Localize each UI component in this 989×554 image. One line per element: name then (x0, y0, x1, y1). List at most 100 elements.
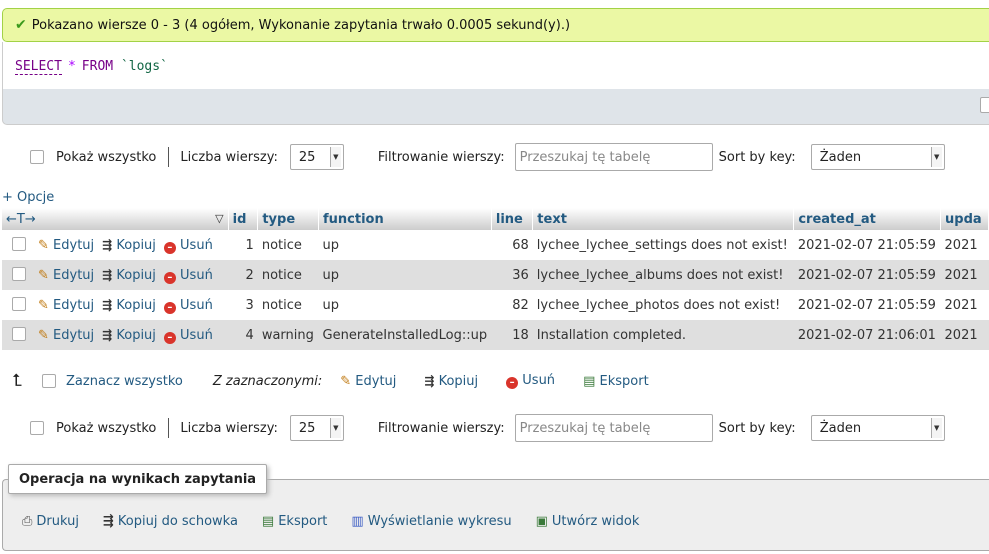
show-all-label[interactable]: Pokaż wszystko (56, 421, 156, 436)
pencil-icon: ✎ (38, 297, 49, 313)
copy-icon: ⇶ (102, 267, 113, 282)
bulk-delete-label: Usuń (522, 373, 556, 388)
column-actions-header: ←T→ ▽ (2, 208, 229, 230)
table-row[interactable]: ✎ Edytuj ⇶ Kopiuj – Usuń 1 notice up 68 lychee_… (2, 230, 989, 260)
column-header-created-at[interactable]: created_at (793, 208, 942, 230)
cell-function: up (318, 260, 492, 290)
row-edit-button[interactable]: ✎ Edytuj (38, 298, 94, 313)
bulk-delete-button[interactable]: – Usuń (506, 373, 555, 389)
display-chart-label: Wyświetlanie wykresu (367, 513, 512, 529)
cell-created-at: 2021-02-07 21:05:59 (793, 260, 941, 290)
table-row[interactable]: ✎ Edytuj ⇶ Kopiuj – Usuń 3 notice up 82 lychee_… (2, 290, 989, 320)
column-header-id[interactable]: id (228, 208, 259, 230)
cell-updated-at: 2021 (940, 230, 989, 260)
row-edit-button[interactable]: ✎ Edytuj (38, 238, 94, 253)
column-header-type[interactable]: type (257, 208, 320, 230)
row-copy-label: Kopiuj (116, 327, 156, 343)
cell-id: 2 (228, 260, 258, 290)
row-copy-label: Kopiuj (116, 267, 156, 283)
create-view-button[interactable]: ▣ Utwórz widok (536, 514, 640, 529)
row-delete-button[interactable]: – Usuń (163, 328, 213, 344)
cell-created-at: 2021-02-07 21:06:01 (793, 320, 941, 350)
cell-type: warning (257, 320, 319, 350)
delete-icon: – (506, 377, 519, 389)
row-checkbox[interactable] (12, 266, 26, 281)
rows-label: Liczba wierszy: (180, 149, 278, 165)
arrow-left-up-icon: ⮤ (12, 371, 23, 391)
row-checkbox[interactable] (12, 296, 26, 311)
print-button[interactable]: ⎙ Drukuj (22, 514, 79, 529)
sort-select[interactable]: Żaden ▼ (810, 415, 945, 441)
sql-keyword-from: FROM (81, 59, 114, 74)
column-header-text[interactable]: text (532, 208, 795, 230)
row-edit-button[interactable]: ✎ Edytuj (38, 328, 94, 343)
sort-select[interactable]: Żaden ▼ (810, 144, 945, 170)
column-header-function[interactable]: function (318, 208, 492, 230)
bulk-actions: ⮤ Zaznacz wszystko Z zaznaczonymi: ✎ Edy… (0, 366, 649, 396)
filter-input[interactable]: Przeszukaj tę tabelę (514, 414, 713, 442)
copy-icon: ⇶ (102, 513, 114, 529)
cell-type: notice (257, 290, 319, 320)
row-checkbox[interactable] (12, 326, 26, 341)
bulk-export-button[interactable]: ▤ Eksport (583, 374, 649, 389)
sort-select-value: Żaden (819, 420, 862, 436)
row-checkbox[interactable] (12, 236, 26, 251)
row-copy-button[interactable]: ⇶ Kopiuj (102, 238, 156, 253)
sql-keyword-select[interactable]: SELECT (15, 59, 62, 75)
row-copy-button[interactable]: ⇶ Kopiuj (102, 298, 156, 313)
cell-text: Installation completed. (532, 320, 794, 350)
display-chart-button[interactable]: ▥ Wyświetlanie wykresu (351, 514, 511, 529)
export-icon: ▤ (261, 513, 275, 529)
column-header-line[interactable]: line (491, 208, 534, 230)
bulk-edit-button[interactable]: ✎ Edytuj (340, 374, 396, 389)
sql-table-name: `logs` (120, 59, 168, 74)
show-all-checkbox[interactable] (30, 150, 44, 164)
table-row[interactable]: ✎ Edytuj ⇶ Kopiuj – Usuń 4 warning GenerateIn… (2, 320, 989, 350)
row-delete-label: Usuń (180, 297, 213, 313)
filter-label: Filtrowanie wierszy: (377, 420, 505, 436)
profiling-checkbox[interactable] (980, 97, 989, 113)
row-edit-button[interactable]: ✎ Edytuj (38, 268, 94, 283)
cell-updated-at: 2021 (940, 290, 989, 320)
export-button[interactable]: ▤ Eksport (262, 514, 327, 529)
chevron-down-icon: ▼ (930, 147, 942, 167)
show-all-label[interactable]: Pokaż wszystko (56, 150, 156, 165)
separator (168, 147, 170, 167)
row-delete-button[interactable]: – Usuń (163, 238, 213, 254)
copy-to-clipboard-button[interactable]: ⇶ Kopiuj do schowka (103, 514, 238, 529)
bulk-copy-button[interactable]: ⇶ Kopiuj (424, 374, 478, 389)
row-edit-label: Edytuj (53, 297, 95, 313)
table-row[interactable]: ✎ Edytuj ⇶ Kopiuj – Usuń 2 notice up 36 lychee_… (2, 260, 989, 290)
bulk-copy-label: Kopiuj (438, 373, 479, 389)
row-copy-label: Kopiuj (116, 297, 156, 313)
table-navigation-top: Pokaż wszystko Liczba wierszy: 25 ▼ Filt… (0, 142, 945, 172)
cell-text: lychee_lychee_photos does not exist! (532, 290, 794, 320)
column-resize-arrows-icon[interactable]: ←T→ (6, 212, 36, 227)
cell-created-at: 2021-02-07 21:05:59 (793, 230, 941, 260)
column-header-updated-at[interactable]: upda (940, 208, 989, 230)
row-copy-button[interactable]: ⇶ Kopiuj (102, 328, 156, 343)
row-delete-button[interactable]: – Usuń (163, 297, 213, 314)
rows-select[interactable]: 25 ▼ (289, 415, 344, 441)
row-copy-label: Kopiuj (116, 237, 156, 253)
row-edit-label: Edytuj (53, 327, 95, 343)
sql-query-box: SELECT * FROM `logs` (2, 42, 989, 90)
create-view-icon: ▣ (535, 513, 548, 529)
chevron-down-icon: ▼ (930, 418, 942, 438)
delete-icon: – (163, 331, 176, 344)
check-all-link[interactable]: Zaznacz wszystko (66, 374, 183, 389)
sql-toolbar (2, 89, 989, 125)
table-navigation-bottom: Pokaż wszystko Liczba wierszy: 25 ▼ Filt… (0, 413, 945, 443)
cell-updated-at: 2021 (940, 320, 989, 350)
row-edit-label: Edytuj (53, 237, 95, 253)
row-actions: ✎ Edytuj ⇶ Kopiuj – Usuń (2, 230, 229, 260)
options-link[interactable]: + Opcje (2, 190, 54, 205)
rows-select[interactable]: 25 ▼ (289, 144, 344, 170)
row-copy-button[interactable]: ⇶ Kopiuj (102, 268, 156, 283)
copy-icon: ⇶ (102, 237, 113, 252)
show-all-checkbox[interactable] (30, 421, 44, 435)
sort-triangle-icon[interactable]: ▽ (215, 212, 223, 225)
check-all-checkbox[interactable] (42, 374, 57, 388)
filter-input[interactable]: Przeszukaj tę tabelę (514, 143, 713, 171)
row-delete-button[interactable]: – Usuń (163, 268, 213, 284)
